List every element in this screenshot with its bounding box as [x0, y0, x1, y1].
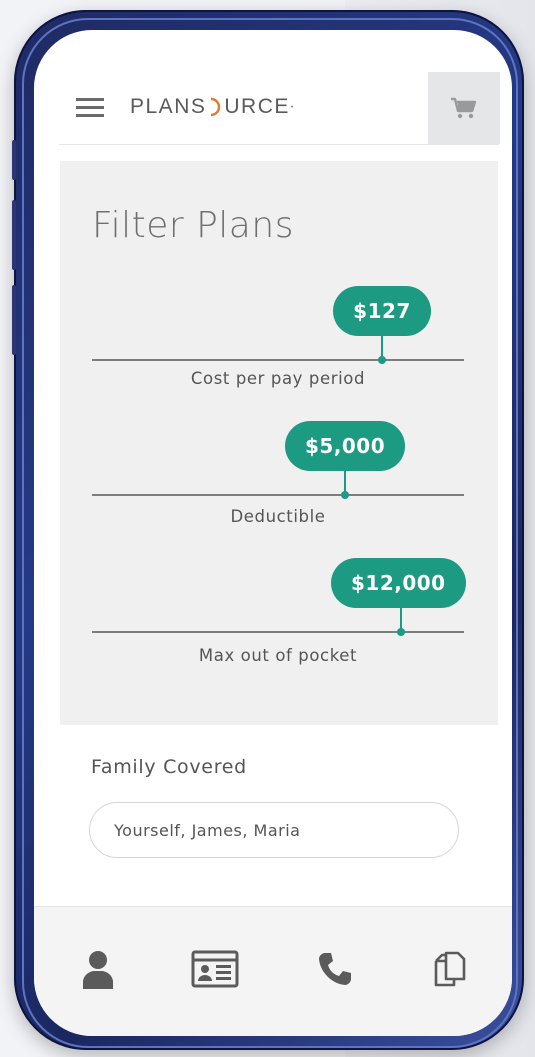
phone-side-button	[12, 140, 16, 180]
slider-knob[interactable]	[378, 356, 387, 364]
bottom-nav	[34, 906, 512, 1036]
documents-icon	[434, 951, 466, 987]
slider-caption: Cost per pay period	[190, 369, 366, 388]
page-title: Filter Plans	[92, 205, 294, 246]
family-covered-label: Family Covered	[91, 756, 247, 778]
slider-track[interactable]	[92, 494, 464, 496]
family-covered-value: Yourself, James, Maria	[114, 820, 301, 840]
slider-knob[interactable]	[396, 628, 405, 636]
max-out-of-pocket-slider[interactable]: $12,000 Max out of pocket	[92, 558, 466, 668]
id-card-icon	[191, 950, 239, 988]
deductible-slider[interactable]: $5,000 Deductible	[92, 421, 464, 531]
plansource-logo[interactable]: PLANS URCE •	[130, 95, 295, 119]
phone-volume-down	[12, 285, 16, 355]
slider-caption: Deductible	[230, 507, 326, 526]
trademark-mark: •	[290, 103, 295, 111]
slider-caption: Max out of pocket	[198, 646, 358, 665]
phone-screen: PLANS URCE • Filter Plans $127 Cost per …	[34, 30, 512, 1036]
slider-knob[interactable]	[340, 491, 349, 499]
header-divider	[59, 144, 499, 145]
app-header: PLANS URCE •	[34, 72, 512, 144]
filter-panel: Filter Plans $127 Cost per pay period $5…	[60, 161, 498, 725]
family-covered-field[interactable]: Yourself, James, Maria	[89, 802, 459, 858]
logo-o-mark-icon	[211, 97, 221, 117]
phone-icon	[319, 953, 351, 985]
cart-button[interactable]	[428, 72, 500, 144]
slider-value-bubble[interactable]: $127	[333, 286, 431, 336]
nav-documents[interactable]	[428, 945, 476, 993]
nav-id-card[interactable]	[191, 945, 239, 993]
phone-volume-up	[12, 200, 16, 270]
logo-text-right: URCE	[224, 95, 290, 118]
cart-icon	[451, 97, 477, 119]
logo-text-left: PLANS	[130, 95, 207, 118]
cost-slider[interactable]: $127 Cost per pay period	[92, 286, 464, 396]
slider-value-bubble[interactable]: $12,000	[331, 558, 466, 608]
person-icon	[83, 951, 113, 989]
slider-track[interactable]	[92, 359, 464, 361]
slider-value-bubble[interactable]: $5,000	[284, 421, 406, 471]
nav-phone[interactable]	[311, 945, 359, 993]
hamburger-icon[interactable]	[76, 98, 104, 118]
slider-track[interactable]	[92, 631, 464, 633]
nav-profile[interactable]	[74, 945, 122, 993]
